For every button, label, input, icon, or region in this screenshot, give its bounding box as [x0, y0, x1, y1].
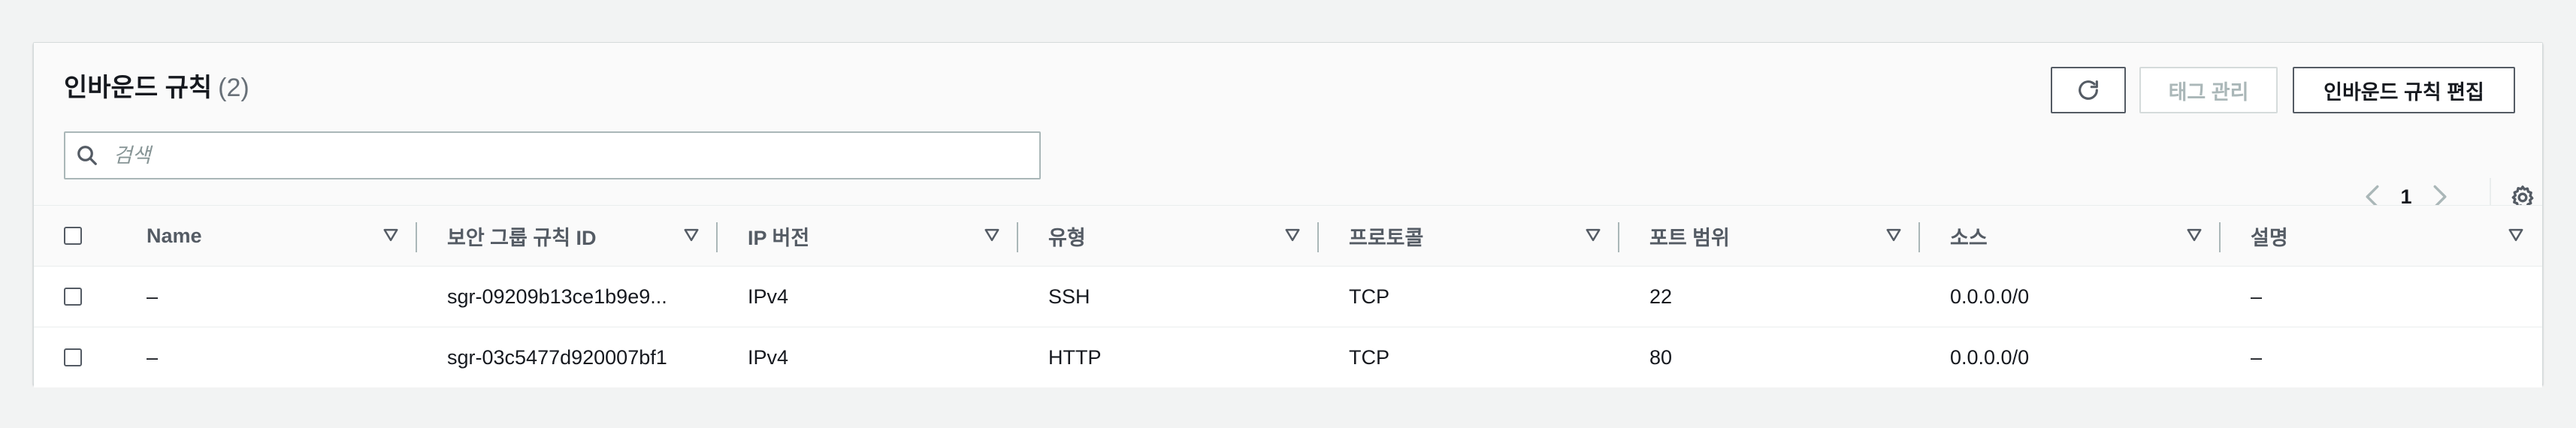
- column-header-type[interactable]: 유형: [1018, 205, 1319, 267]
- inbound-rules-table: Name 보안 그룹 규칙 ID IP 버전 유형 프로토콜 포트 범위 소스 …: [34, 205, 2542, 387]
- table-header-row: Name 보안 그룹 규칙 ID IP 버전 유형 프로토콜 포트 범위 소스 …: [34, 205, 2542, 267]
- column-label: 소스: [1950, 226, 1988, 249]
- row-select-cell: [34, 267, 116, 327]
- cell-type: HTTP: [1018, 327, 1319, 387]
- cell-source: 0.0.0.0/0: [1950, 285, 2030, 308]
- cell-port-range: 80: [1619, 327, 1920, 387]
- inbound-rules-panel: 인바운드 규칙 (2) 태그 관리 인바운드 규칙 편집 검색 1 Name 보…: [33, 42, 2543, 387]
- column-label: 유형: [1048, 226, 1086, 249]
- manage-tags-button[interactable]: 태그 관리: [2139, 67, 2278, 113]
- cell-name: –: [116, 327, 417, 387]
- column-header-ip-version[interactable]: IP 버전: [718, 205, 1018, 267]
- column-header-source[interactable]: 소스: [1920, 205, 2221, 267]
- column-header-name[interactable]: Name: [116, 205, 417, 267]
- sort-down-icon: [1586, 228, 1601, 242]
- panel-header: 인바운드 규칙 (2) 태그 관리 인바운드 규칙 편집 검색 1: [34, 43, 2542, 214]
- title-text: 인바운드 규칙: [64, 74, 213, 102]
- cell-ip-version: IPv4: [748, 285, 789, 308]
- search-input[interactable]: [112, 136, 1017, 175]
- column-header-protocol[interactable]: 프로토콜: [1319, 205, 1619, 267]
- column-label: IP 버전: [748, 226, 810, 249]
- table-row[interactable]: – sgr-09209b13ce1b9e9... IPv4 SSH TCP 22…: [34, 266, 2542, 327]
- sort-down-icon: [2187, 228, 2202, 242]
- column-label: 포트 범위: [1649, 226, 1730, 249]
- cell-description: –: [2221, 327, 2542, 387]
- cell-description: –: [2251, 285, 2263, 308]
- panel-title: 인바운드 규칙 (2): [64, 71, 249, 104]
- select-all-cell: [34, 205, 116, 267]
- edit-inbound-rules-button[interactable]: 인바운드 규칙 편집: [2293, 67, 2515, 113]
- column-header-rule-id[interactable]: 보안 그룹 규칙 ID: [417, 205, 718, 267]
- column-header-port-range[interactable]: 포트 범위: [1619, 205, 1920, 267]
- column-label: 보안 그룹 규칙 ID: [447, 226, 597, 249]
- cell-source: 0.0.0.0/0: [1920, 327, 2221, 387]
- cell-rule-id: sgr-09209b13ce1b9e9...: [447, 285, 667, 308]
- sort-down-icon: [1886, 228, 1901, 242]
- sort-down-icon: [984, 228, 999, 242]
- column-label: Name: [147, 224, 202, 247]
- cell-protocol: TCP: [1319, 327, 1619, 387]
- sort-down-icon: [684, 228, 699, 242]
- cell-ip-version: IPv4: [718, 327, 1018, 387]
- select-all-checkbox[interactable]: [64, 227, 82, 245]
- search-icon: [76, 143, 101, 168]
- cell-rule-id: sgr-03c5477d920007bf1: [417, 327, 718, 387]
- table-row[interactable]: – sgr-03c5477d920007bf1 IPv4 HTTP TCP 80…: [34, 327, 2542, 387]
- row-checkbox[interactable]: [64, 348, 82, 366]
- refresh-icon: [2079, 80, 2098, 100]
- search-field[interactable]: [64, 131, 1041, 179]
- column-label: 설명: [2251, 226, 2288, 249]
- sort-down-icon: [383, 228, 398, 242]
- sort-down-icon: [1285, 228, 1300, 242]
- sort-down-icon: [2508, 228, 2523, 242]
- cell-protocol: TCP: [1349, 285, 1389, 308]
- cell-name: –: [147, 285, 159, 308]
- cell-type: SSH: [1048, 285, 1090, 308]
- refresh-button[interactable]: [2051, 67, 2126, 113]
- column-header-description[interactable]: 설명: [2221, 205, 2542, 267]
- column-label: 프로토콜: [1349, 226, 1424, 249]
- rule-count: (2): [218, 74, 249, 102]
- cell-port-range: 22: [1649, 285, 1673, 308]
- row-select-cell: [34, 327, 116, 387]
- row-checkbox[interactable]: [64, 288, 82, 306]
